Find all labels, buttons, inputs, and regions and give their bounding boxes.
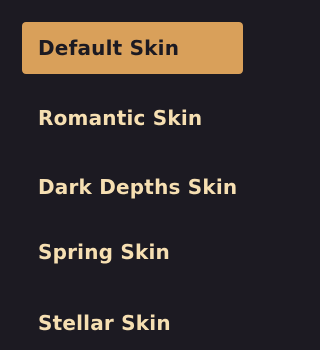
- skin-option-label: Default Skin: [38, 36, 180, 60]
- skin-option-romantic[interactable]: Romantic Skin: [22, 92, 202, 144]
- skin-option-stellar[interactable]: Stellar Skin: [22, 297, 171, 349]
- skin-option-spring[interactable]: Spring Skin: [22, 226, 170, 278]
- skin-menu: Default Skin Romantic Skin Dark Depths S…: [0, 0, 277, 350]
- skin-option-default[interactable]: Default Skin: [22, 22, 243, 74]
- skin-option-label: Dark Depths Skin: [38, 175, 238, 199]
- skin-option-dark-depths[interactable]: Dark Depths Skin: [22, 161, 237, 213]
- skin-option-label: Stellar Skin: [38, 311, 171, 335]
- skin-option-label: Romantic Skin: [38, 106, 203, 130]
- skin-option-label: Spring Skin: [38, 240, 170, 264]
